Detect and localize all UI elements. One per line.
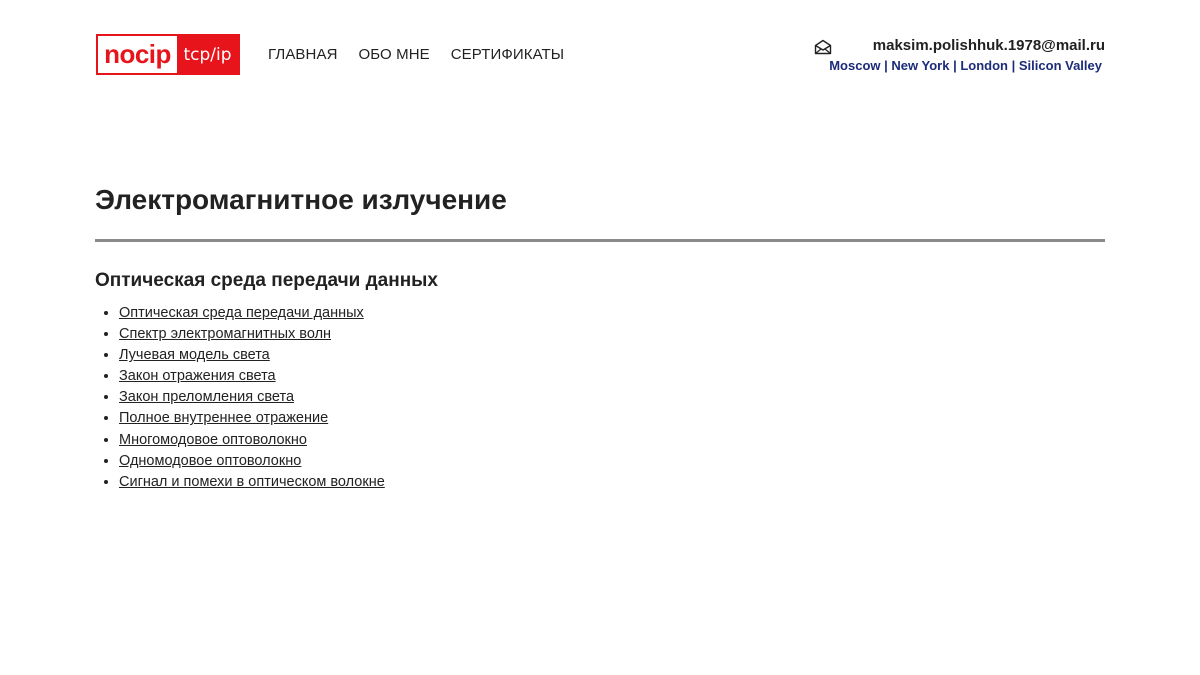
logo-text-left: nocip <box>98 36 177 73</box>
contact-block: maksim.polishhuk.1978@mail.ru Moscow | N… <box>829 37 1105 74</box>
city-link-london[interactable]: London <box>960 58 1008 73</box>
list-item: Сигнал и помехи в оптическом волокне <box>119 472 385 493</box>
city-separator: | <box>884 58 888 73</box>
logo-text-right: tcp/ip <box>183 44 232 65</box>
nav-item-certificates[interactable]: СЕРТИФИКАТЫ <box>451 46 564 63</box>
list-item: Полное внутреннее отражение <box>119 408 385 429</box>
list-item: Закон отражения света <box>119 366 385 387</box>
city-separator: | <box>1011 58 1016 73</box>
topic-link-list: Оптическая среда передачи данных Спектр … <box>95 303 385 493</box>
topic-link[interactable]: Оптическая среда передачи данных <box>119 305 364 321</box>
topic-link[interactable]: Многомодовое оптоволокно <box>119 432 307 448</box>
city-link-new-york[interactable]: New York <box>891 58 949 73</box>
topic-link[interactable]: Полное внутреннее отражение <box>119 410 328 426</box>
topic-link[interactable]: Спектр электромагнитных волн <box>119 326 331 342</box>
email-link[interactable]: maksim.polishhuk.1978@mail.ru <box>829 37 1105 55</box>
city-links: Moscow | New York | London | Silicon Val… <box>829 58 1105 74</box>
main-nav: ГЛАВНАЯ ОБО МНЕ СЕРТИФИКАТЫ <box>268 46 564 63</box>
page: nocip tcp/ip ГЛАВНАЯ ОБО МНЕ СЕРТИФИКАТЫ… <box>0 0 1200 675</box>
topic-link[interactable]: Закон отражения света <box>119 368 276 384</box>
page-title: Электромагнитное излучение <box>95 184 507 215</box>
nav-item-about[interactable]: ОБО МНЕ <box>359 46 430 63</box>
list-item: Одномодовое оптоволокно <box>119 451 385 472</box>
topic-link[interactable]: Сигнал и помехи в оптическом волокне <box>119 474 385 490</box>
city-link-moscow[interactable]: Moscow <box>829 58 880 73</box>
title-divider <box>95 239 1105 242</box>
list-item: Закон преломления света <box>119 387 385 408</box>
city-link-silicon-valley[interactable]: Silicon Valley <box>1019 58 1102 73</box>
list-item: Лучевая модель света <box>119 345 385 366</box>
list-item: Спектр электромагнитных волн <box>119 324 385 345</box>
topic-link[interactable]: Закон преломления света <box>119 389 294 405</box>
topic-link[interactable]: Одномодовое оптоволокно <box>119 453 301 469</box>
topic-link[interactable]: Лучевая модель света <box>119 347 270 363</box>
list-item: Оптическая среда передачи данных <box>119 303 385 324</box>
nav-item-home[interactable]: ГЛАВНАЯ <box>268 46 338 63</box>
city-separator: | <box>953 58 957 73</box>
list-item: Многомодовое оптоволокно <box>119 430 385 451</box>
site-logo[interactable]: nocip tcp/ip <box>96 34 240 75</box>
section-title: Оптическая среда передачи данных <box>95 270 438 291</box>
